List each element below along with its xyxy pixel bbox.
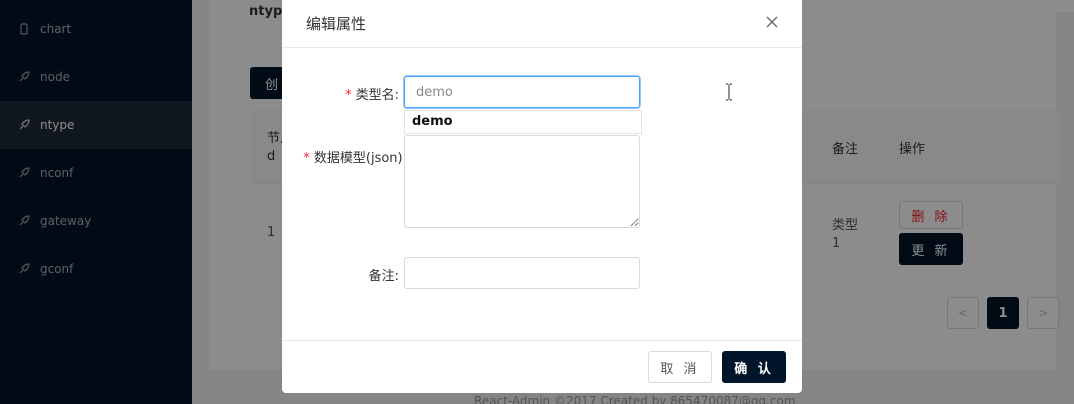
text-cursor-icon: [726, 83, 732, 101]
type-name-label: * 类型名:: [345, 88, 399, 103]
cancel-button[interactable]: 取 消: [648, 351, 712, 383]
required-mark: *: [345, 88, 352, 103]
edit-modal: 编辑属性 *类型名: demo *数据模型(json): 备注: 取 消 确 认: [282, 0, 802, 393]
confirm-button[interactable]: 确 认: [722, 351, 786, 383]
remark-label: 备注:: [368, 269, 399, 284]
modal-title: 编辑属性: [306, 15, 367, 33]
modal-header: 编辑属性: [282, 0, 802, 48]
required-mark: *: [303, 151, 310, 166]
close-icon[interactable]: [764, 14, 780, 30]
type-name-input[interactable]: [404, 76, 640, 108]
modal-footer: 取 消 确 认: [282, 340, 802, 393]
autocomplete-option[interactable]: demo: [404, 110, 642, 134]
data-model-label: * 数据模型(json):: [303, 151, 407, 166]
data-model-textarea[interactable]: [404, 135, 640, 228]
remark-input[interactable]: [404, 257, 640, 289]
